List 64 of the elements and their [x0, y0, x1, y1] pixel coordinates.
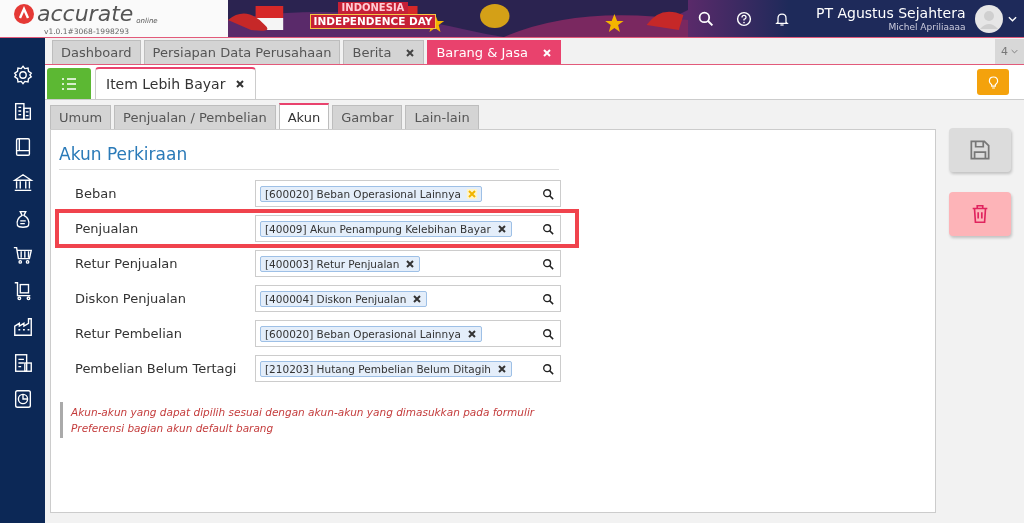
account-chip: [400003] Retur Penjualan — [260, 255, 421, 272]
remove-icon[interactable] — [497, 363, 507, 374]
field-label: Beban — [75, 186, 118, 201]
tab[interactable]: Lain-lain — [405, 105, 479, 129]
search-icon[interactable] — [542, 362, 554, 375]
tab-count-button[interactable]: 4 — [995, 39, 1024, 64]
cart-icon[interactable] — [11, 244, 34, 266]
lightbulb-icon — [987, 75, 999, 89]
account-chip: [210203] Hutang Pembelian Belum Ditagih — [260, 360, 512, 377]
bank-icon[interactable] — [11, 172, 34, 194]
remove-icon[interactable] — [496, 223, 507, 234]
tab[interactable]: Umum — [50, 105, 112, 129]
delete-button[interactable] — [949, 192, 1011, 236]
logo-icon — [14, 4, 34, 24]
list-icon — [61, 76, 77, 91]
tab[interactable]: Dashboard — [52, 40, 141, 64]
company-name: PT Agustus Sejahtera — [816, 5, 966, 22]
account-field[interactable]: [400003] Retur Penjualan — [255, 250, 561, 277]
remove-icon[interactable] — [466, 328, 477, 339]
account-field[interactable]: [400004] Diskon Penjualan — [255, 285, 561, 312]
tab[interactable]: Berita — [343, 40, 425, 64]
field-label: Diskon Penjualan — [75, 291, 188, 306]
banner-title: INDEPENDENCE DAY — [309, 14, 437, 29]
factory-icon[interactable] — [11, 316, 34, 338]
tab[interactable]: Penjualan / Pembelian — [114, 105, 276, 129]
remove-icon[interactable] — [405, 258, 416, 269]
banner-title: INDONESIA — [337, 2, 409, 14]
tab[interactable]: Persiapan Data Perusahaan — [143, 40, 341, 64]
search-icon[interactable] — [542, 187, 554, 200]
account-field[interactable]: [600020] Beban Operasional Lainnya — [255, 320, 561, 347]
field-label: Retur Penjualan — [75, 256, 179, 271]
tab[interactable]: Akun — [278, 103, 330, 129]
search-icon[interactable] — [542, 327, 554, 340]
document-tab[interactable]: Item Lebih Bayar — [95, 67, 257, 99]
gear-icon[interactable] — [11, 64, 34, 86]
account-field[interactable]: [600020] Beban Operasional Lainnya — [255, 180, 561, 207]
save-icon — [967, 137, 993, 163]
user-name: Michel Apriliaaaa — [888, 22, 966, 32]
account-chip: [600020] Beban Operasional Lainnya — [260, 325, 482, 342]
search-icon[interactable] — [542, 222, 554, 235]
account-chip: [400004] Diskon Penjualan — [260, 290, 428, 307]
field-label: Penjualan — [75, 221, 140, 236]
field-label: Pembelian Belum Tertagi — [75, 361, 238, 376]
tab[interactable]: Gambar — [332, 105, 403, 129]
account-field[interactable]: [40009] Akun Penampung Kelebihan Bayar — [255, 215, 561, 242]
field-label: Retur Pembelian — [75, 326, 183, 341]
account-chip: [600020] Beban Operasional Lainnya — [260, 185, 482, 202]
account-chip: [40009] Akun Penampung Kelebihan Bayar — [260, 220, 512, 237]
chevron-down-icon — [1011, 49, 1018, 54]
chevron-down-icon[interactable] — [1008, 15, 1018, 22]
close-icon[interactable] — [235, 79, 246, 89]
search-icon[interactable] — [542, 292, 554, 305]
tab[interactable]: Barang & Jasa — [427, 40, 562, 64]
account-field[interactable]: [210203] Hutang Pembelian Belum Ditagih — [255, 355, 561, 382]
save-button[interactable] — [949, 128, 1011, 172]
help-icon[interactable] — [736, 10, 752, 27]
close-icon[interactable] — [405, 47, 416, 58]
avatar[interactable] — [975, 4, 1004, 33]
help-note: Akun-akun yang dapat dipilih sesuai dengan akun-akun yang dimasukkan pada formulir Preferensi bagian akun default barang — [71, 405, 536, 436]
remove-icon[interactable] — [412, 293, 423, 304]
search-icon[interactable] — [542, 257, 554, 270]
logo: accurate — [37, 1, 134, 27]
section-title: Akun Perkiraan — [59, 143, 189, 166]
search-icon[interactable] — [698, 10, 714, 27]
